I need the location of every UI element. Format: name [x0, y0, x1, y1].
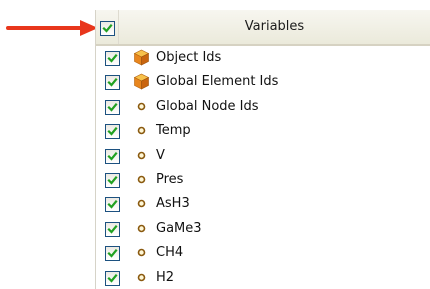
variable-row[interactable]: H2: [96, 266, 430, 289]
point-icon: [133, 269, 150, 286]
variable-checkbox[interactable]: [105, 270, 120, 286]
check-mark-icon: [107, 53, 118, 63]
point-icon: [133, 122, 150, 139]
variable-checkbox[interactable]: [105, 172, 120, 188]
variable-checkbox[interactable]: [105, 75, 120, 91]
variable-checkbox[interactable]: [105, 221, 120, 237]
variable-label: V: [156, 147, 165, 163]
check-mark-icon: [107, 127, 118, 136]
check-mark-icon: [107, 78, 118, 88]
variable-label: Global Element Ids: [156, 74, 279, 90]
point-icon: [133, 220, 150, 237]
point-icon: [133, 195, 150, 212]
check-mark-icon: [107, 200, 118, 209]
check-mark-icon: [102, 23, 113, 33]
point-icon: [133, 244, 150, 261]
variable-checkbox[interactable]: [105, 197, 120, 213]
variable-row[interactable]: Temp: [96, 119, 430, 143]
check-mark-icon: [107, 224, 118, 234]
variable-label: AsH3: [156, 196, 190, 212]
variables-column-header[interactable]: Variables: [96, 10, 430, 46]
variables-header-title: Variables: [244, 19, 305, 34]
variable-label: CH4: [156, 245, 184, 261]
check-mark-icon: [107, 102, 118, 112]
variables-list: Object Ids Global Element Ids Global Node …: [96, 46, 430, 289]
point-icon: [133, 147, 150, 164]
variable-label: GaMe3: [156, 220, 202, 236]
variable-row[interactable]: V: [96, 144, 430, 168]
variable-checkbox[interactable]: [105, 148, 120, 164]
point-icon: [133, 171, 150, 188]
variable-row[interactable]: Object Ids: [96, 46, 430, 70]
variable-checkbox[interactable]: [105, 99, 120, 115]
check-mark-icon: [107, 175, 118, 185]
variable-label: Global Node Ids: [156, 98, 259, 114]
check-mark-icon: [107, 249, 118, 258]
variable-label: Object Ids: [156, 50, 222, 65]
variables-list-panel: Variables Object Ids Global Element Ids Gl…: [95, 10, 430, 289]
header-check-cell: [96, 10, 119, 44]
variable-checkbox[interactable]: [105, 124, 120, 140]
variable-checkbox[interactable]: [105, 51, 120, 66]
variable-row[interactable]: Global Element Ids: [96, 70, 430, 94]
check-mark-icon: [107, 151, 118, 161]
select-all-checkbox[interactable]: [100, 21, 115, 36]
point-icon: [133, 98, 150, 115]
variable-label: Pres: [156, 171, 184, 187]
variable-checkbox[interactable]: [105, 246, 120, 262]
variable-row[interactable]: GaMe3: [96, 217, 430, 241]
variable-row[interactable]: Pres: [96, 168, 430, 192]
variable-row[interactable]: Global Node Ids: [96, 95, 430, 119]
variable-row[interactable]: CH4: [96, 241, 430, 265]
variable-row[interactable]: AsH3: [96, 192, 430, 216]
variables-panel-screenshot: Variables Object Ids Global Element Ids Gl…: [0, 0, 430, 289]
check-mark-icon: [107, 273, 118, 283]
variable-label: H2: [156, 269, 175, 285]
cube-icon: [133, 73, 150, 90]
red-arrow-annotation: [6, 20, 98, 36]
cube-icon: [133, 49, 150, 66]
variable-label: Temp: [156, 123, 191, 139]
